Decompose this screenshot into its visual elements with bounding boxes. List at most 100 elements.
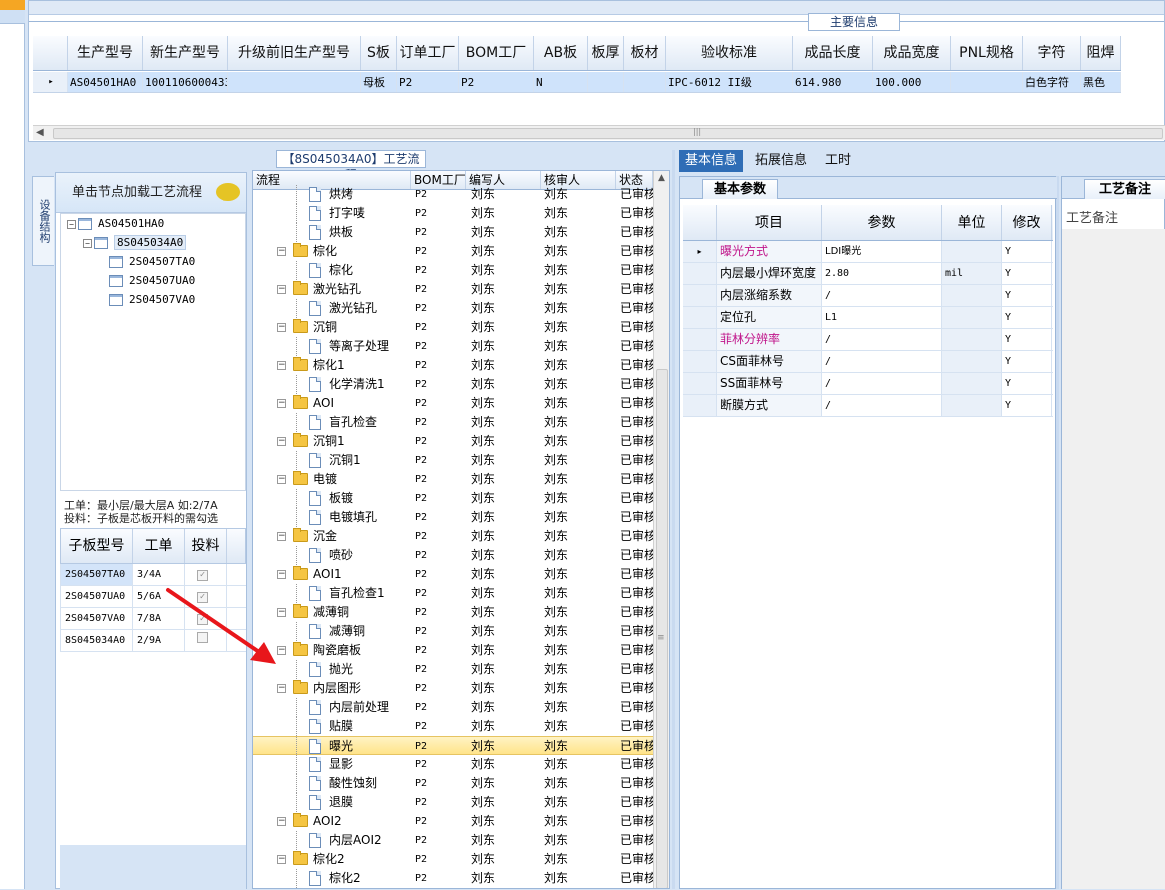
- col-unit[interactable]: 单位: [942, 205, 1002, 240]
- param-value[interactable]: /: [822, 329, 942, 350]
- collapse-icon[interactable]: −: [277, 570, 286, 579]
- collapse-icon[interactable]: −: [277, 855, 286, 864]
- col-header[interactable]: BOM工厂: [459, 36, 534, 70]
- grid-cell[interactable]: 白色字符: [1023, 72, 1081, 92]
- grid-cell[interactable]: 100.000: [873, 72, 951, 92]
- col-header[interactable]: 订单工厂: [397, 36, 459, 70]
- tree-node-leaf[interactable]: 2S04507UA0: [109, 273, 195, 289]
- process-row[interactable]: − AOI2 P2 刘东 刘东 已审核: [253, 812, 653, 831]
- process-row[interactable]: 盲孔检查 P2 刘东 刘东 已审核: [253, 413, 653, 432]
- process-row[interactable]: 减薄铜 P2 刘东 刘东 已审核: [253, 622, 653, 641]
- collapse-icon[interactable]: −: [277, 817, 286, 826]
- process-row[interactable]: − 减薄铜 P2 刘东 刘东 已审核: [253, 603, 653, 622]
- process-row[interactable]: 曝光 P2 刘东 刘东 已审核: [253, 736, 653, 756]
- process-row[interactable]: − 激光钻孔 P2 刘东 刘东 已审核: [253, 280, 653, 299]
- tab-work-hours[interactable]: 工时: [819, 150, 857, 172]
- scroll-left-icon[interactable]: ◀: [36, 126, 44, 140]
- splitter[interactable]: [1056, 176, 1059, 889]
- param-row[interactable]: 断膜方式 / Y: [683, 395, 1053, 417]
- process-row[interactable]: 板镀 P2 刘东 刘东 已审核: [253, 489, 653, 508]
- param-value[interactable]: /: [822, 395, 942, 416]
- col-param[interactable]: 参数: [822, 205, 942, 240]
- splitter[interactable]: [672, 150, 675, 889]
- grid-cell[interactable]: [951, 72, 1023, 92]
- process-row[interactable]: − 棕化 P2 刘东 刘东 已审核: [253, 242, 653, 261]
- tree-node-root[interactable]: − AS04501HA0: [67, 216, 164, 232]
- col-header[interactable]: 阻焊: [1081, 36, 1121, 70]
- grid-cell[interactable]: 10011060004338: [143, 72, 228, 92]
- main-grid-hscrollbar[interactable]: ◀ |||: [33, 125, 1165, 140]
- tab-process-note[interactable]: 工艺备注: [1084, 179, 1165, 199]
- param-row[interactable]: CS面菲林号 / Y: [683, 351, 1053, 373]
- param-value[interactable]: LDI曝光: [822, 241, 942, 262]
- col-header[interactable]: 升级前旧生产型号: [228, 36, 361, 70]
- col-header[interactable]: 新生产型号: [143, 36, 228, 70]
- process-row[interactable]: 内层AOI2 P2 刘东 刘东 已审核: [253, 831, 653, 850]
- collapse-icon[interactable]: −: [277, 684, 286, 693]
- process-row[interactable]: − 棕化2 P2 刘东 刘东 已审核: [253, 850, 653, 869]
- collapse-icon[interactable]: −: [277, 361, 286, 370]
- vertical-tab-equipment[interactable]: 设备结构: [32, 176, 54, 266]
- grid-cell[interactable]: [228, 72, 361, 92]
- process-row[interactable]: 等离子处理 P2 刘东 刘东 已审核: [253, 337, 653, 356]
- col-header[interactable]: 字符: [1023, 36, 1081, 70]
- process-row[interactable]: 酸性蚀刻 P2 刘东 刘东 已审核: [253, 774, 653, 793]
- param-row[interactable]: ▸ 曝光方式 LDI曝光 Y: [683, 241, 1053, 263]
- grid-cell[interactable]: 母板: [361, 72, 397, 92]
- process-row[interactable]: − 沉铜 P2 刘东 刘东 已审核: [253, 318, 653, 337]
- collapse-icon[interactable]: −: [277, 323, 286, 332]
- collapse-icon[interactable]: −: [277, 475, 286, 484]
- col-item[interactable]: 项目: [717, 205, 822, 240]
- grid-cell[interactable]: 614.980: [793, 72, 873, 92]
- collapse-icon[interactable]: −: [277, 437, 286, 446]
- col-header[interactable]: 板材: [624, 36, 666, 70]
- grid-cell[interactable]: IPC-6012 II级: [666, 72, 793, 92]
- process-row[interactable]: 棕化 P2 刘东 刘东 已审核: [253, 261, 653, 280]
- process-row[interactable]: 化学清洗1 P2 刘东 刘东 已审核: [253, 375, 653, 394]
- process-row[interactable]: − 电镀 P2 刘东 刘东 已审核: [253, 470, 653, 489]
- process-row[interactable]: − 沉金 P2 刘东 刘东 已审核: [253, 527, 653, 546]
- grid-cell[interactable]: 黑色: [1081, 72, 1121, 92]
- param-value[interactable]: /: [822, 285, 942, 306]
- process-row[interactable]: − 内层图形 P2 刘东 刘东 已审核: [253, 679, 653, 698]
- process-row[interactable]: 盲孔检查1 P2 刘东 刘东 已审核: [253, 584, 653, 603]
- tab-extended-info[interactable]: 拓展信息: [749, 150, 813, 172]
- param-value[interactable]: /: [822, 373, 942, 394]
- col-header[interactable]: PNL规格: [951, 36, 1023, 70]
- scroll-thumb[interactable]: [656, 369, 668, 888]
- tree-node-child[interactable]: −8S045034A0: [83, 235, 187, 251]
- col-header[interactable]: 验收标准: [666, 36, 793, 70]
- param-value[interactable]: /: [822, 351, 942, 372]
- param-row[interactable]: 菲林分辨率 / Y: [683, 329, 1053, 351]
- process-row[interactable]: − 沉铜1 P2 刘东 刘东 已审核: [253, 432, 653, 451]
- param-value[interactable]: 2.80: [822, 263, 942, 284]
- process-row[interactable]: 显影 P2 刘东 刘东 已审核: [253, 755, 653, 774]
- tree-node-leaf[interactable]: 2S04507TA0: [109, 254, 195, 270]
- process-row[interactable]: 烘烤 P2 刘东 刘东 已审核: [253, 185, 653, 204]
- grid-cell[interactable]: P2: [397, 72, 459, 92]
- process-row[interactable]: − 陶瓷磨板 P2 刘东 刘东 已审核: [253, 641, 653, 660]
- col-sub-model[interactable]: 子板型号: [61, 529, 133, 563]
- col-header[interactable]: S板: [361, 36, 397, 70]
- process-row[interactable]: 沉铜1 P2 刘东 刘东 已审核: [253, 451, 653, 470]
- main-grid-row[interactable]: ▸AS04501HA010011060004338母板P2P2NIPC-6012…: [33, 72, 1121, 93]
- process-row[interactable]: 退膜 P2 刘东 刘东 已审核: [253, 793, 653, 812]
- tab-basic-params[interactable]: 基本参数: [702, 179, 778, 199]
- collapse-icon[interactable]: −: [277, 285, 286, 294]
- process-row[interactable]: 电镀填孔 P2 刘东 刘东 已审核: [253, 508, 653, 527]
- process-row[interactable]: 打字唛 P2 刘东 刘东 已审核: [253, 204, 653, 223]
- process-row[interactable]: 棕化2 P2 刘东 刘东 已审核: [253, 869, 653, 888]
- grid-cell[interactable]: N: [534, 72, 588, 92]
- col-header[interactable]: 板厚: [588, 36, 624, 70]
- collapse-icon[interactable]: −: [67, 219, 76, 229]
- col-header[interactable]: 成品长度: [793, 36, 873, 70]
- param-row[interactable]: 内层涨缩系数 / Y: [683, 285, 1053, 307]
- process-row[interactable]: 贴膜 P2 刘东 刘东 已审核: [253, 717, 653, 736]
- process-row[interactable]: 内层前处理 P2 刘东 刘东 已审核: [253, 698, 653, 717]
- process-vscrollbar[interactable]: ▲ ≡: [653, 171, 669, 888]
- process-row[interactable]: − AOI1 P2 刘东 刘东 已审核: [253, 565, 653, 584]
- process-row[interactable]: 烘板 P2 刘东 刘东 已审核: [253, 223, 653, 242]
- grid-cell[interactable]: AS04501HA0: [68, 72, 143, 92]
- tree-node-leaf[interactable]: 2S04507VA0: [109, 292, 195, 308]
- process-row[interactable]: 激光钻孔 P2 刘东 刘东 已审核: [253, 299, 653, 318]
